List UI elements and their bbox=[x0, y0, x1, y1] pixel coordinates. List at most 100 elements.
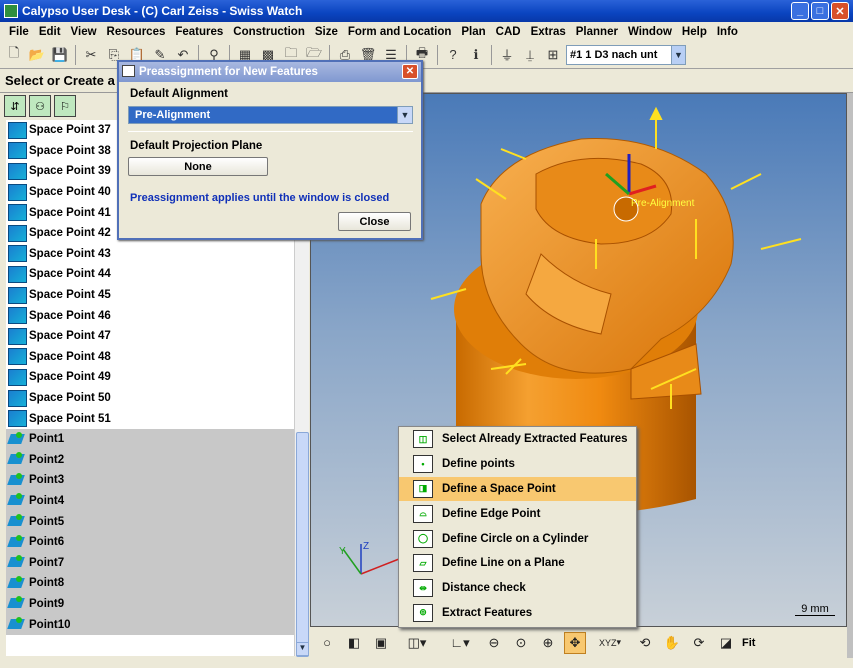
feature-list-item[interactable]: Point6 bbox=[6, 531, 294, 553]
space-point-icon bbox=[8, 224, 27, 242]
point-feature-icon bbox=[8, 513, 27, 530]
feature-list-item[interactable]: Point5 bbox=[6, 511, 294, 532]
feature-list-icon[interactable]: ⇵ bbox=[4, 95, 26, 117]
feature-list-item[interactable]: Space Point 45 bbox=[6, 284, 294, 306]
xyz-view-icon[interactable]: XYZ ▾ bbox=[591, 632, 629, 654]
feature-list-item[interactable]: Point10 bbox=[6, 614, 294, 635]
menu-file[interactable]: File bbox=[4, 26, 34, 38]
point-feature-icon bbox=[8, 595, 27, 612]
popup-menu-item[interactable]: ⌓ Define Edge Point bbox=[399, 501, 636, 526]
space-point-icon bbox=[8, 410, 27, 428]
cube-shade-icon[interactable]: ▣ bbox=[370, 632, 392, 654]
chevron-down-icon[interactable]: ▼ bbox=[397, 107, 412, 123]
menu-construction[interactable]: Construction bbox=[228, 26, 310, 38]
feature-list-item[interactable]: Space Point 44 bbox=[6, 264, 294, 285]
new-file-icon[interactable]: 🗋 bbox=[4, 45, 24, 65]
save-icon[interactable]: 💾 bbox=[50, 45, 70, 65]
probe-icon[interactable]: ⏚ bbox=[497, 45, 517, 65]
zoom-out-icon[interactable]: ⊖ bbox=[483, 632, 505, 654]
space-point-icon bbox=[8, 245, 27, 263]
feature-list-item[interactable]: Space Point 48 bbox=[6, 346, 294, 368]
maximize-button[interactable]: □ bbox=[811, 2, 829, 20]
feature-list-item[interactable]: Space Point 43 bbox=[6, 243, 294, 265]
matrix-icon[interactable]: ⊞ bbox=[543, 45, 563, 65]
rotate-axis-icon[interactable]: ⟳ bbox=[688, 632, 710, 654]
zoom-icon[interactable]: ⊙ bbox=[510, 632, 532, 654]
dialog-title: Preassignment for New Features bbox=[139, 66, 318, 78]
info-icon[interactable]: ℹ bbox=[466, 45, 486, 65]
close-window-button[interactable]: ✕ bbox=[831, 2, 849, 20]
line-plane-icon: ▱ bbox=[413, 554, 433, 573]
feature-tree-icon[interactable]: ⚇ bbox=[29, 95, 51, 117]
menu-cad[interactable]: CAD bbox=[491, 26, 526, 38]
feature-list-item[interactable]: Point2 bbox=[6, 449, 294, 471]
menu-form-location[interactable]: Form and Location bbox=[343, 26, 457, 38]
feature-list-item[interactable]: Point4 bbox=[6, 490, 294, 512]
feature-list-item[interactable]: Space Point 46 bbox=[6, 305, 294, 326]
rotate-icon[interactable]: ⟲ bbox=[634, 632, 656, 654]
feature-list-item[interactable]: Point7 bbox=[6, 552, 294, 574]
popup-menu-item[interactable]: ⊚ Extract Features bbox=[399, 601, 636, 626]
menu-plan[interactable]: Plan bbox=[456, 26, 490, 38]
select-create-text: Select or Create a bbox=[5, 73, 115, 88]
menu-info[interactable]: Info bbox=[712, 26, 743, 38]
menu-bar: File Edit View Resources Features Constr… bbox=[0, 22, 853, 41]
projection-plane-button[interactable]: None bbox=[128, 157, 268, 176]
dialog-close-icon[interactable]: ✕ bbox=[402, 64, 418, 79]
menu-planner[interactable]: Planner bbox=[571, 26, 623, 38]
color-select-icon[interactable]: ◧ bbox=[343, 632, 365, 654]
plan-selector[interactable]: #1 1 D3 nach unt ▼ bbox=[566, 44, 686, 65]
popup-menu-item[interactable]: ◫ Select Already Extracted Features bbox=[399, 427, 636, 452]
help-icon[interactable]: ? bbox=[443, 45, 463, 65]
popup-menu-item[interactable]: ◨ Define a Space Point bbox=[399, 476, 636, 502]
space-point-icon bbox=[8, 204, 27, 222]
space-point-icon bbox=[8, 307, 27, 325]
feature-list-item[interactable]: Space Point 49 bbox=[6, 367, 294, 388]
zoom-in-icon[interactable]: ⊕ bbox=[537, 632, 559, 654]
feature-list-item[interactable]: Point1 bbox=[6, 428, 294, 450]
feature-filter-icon[interactable]: ⚐ bbox=[54, 95, 76, 117]
feature-type-popup-menu: ◫ Select Already Extracted Features • Defin… bbox=[398, 426, 637, 628]
stylus-icon[interactable]: ⍊ bbox=[520, 45, 540, 65]
feature-list-item[interactable]: Point3 bbox=[6, 470, 294, 491]
cut-icon[interactable]: ✂ bbox=[81, 45, 101, 65]
popup-menu-item[interactable]: ⇹ Distance check bbox=[399, 576, 636, 601]
pan-icon[interactable]: ✥ bbox=[564, 631, 586, 654]
menu-edit[interactable]: Edit bbox=[34, 26, 66, 38]
minimize-button[interactable]: _ bbox=[791, 2, 809, 20]
dialog-close-button[interactable]: Close bbox=[338, 212, 411, 231]
menu-features[interactable]: Features bbox=[170, 26, 228, 38]
scroll-down-icon[interactable]: ▼ bbox=[296, 642, 309, 656]
popup-menu-item[interactable]: • Define points bbox=[399, 452, 636, 477]
feature-list-item[interactable]: Point8 bbox=[6, 573, 294, 594]
menu-extras[interactable]: Extras bbox=[526, 26, 571, 38]
circle-cylinder-icon: ◯ bbox=[413, 529, 433, 548]
menu-resources[interactable]: Resources bbox=[102, 26, 171, 38]
axis-view-icon[interactable]: ∟▾ bbox=[442, 632, 478, 654]
circle-icon[interactable]: ○ bbox=[316, 632, 338, 654]
svg-text:Y: Y bbox=[339, 546, 346, 557]
menu-help[interactable]: Help bbox=[677, 26, 712, 38]
popup-menu-item[interactable]: ▱ Define Line on a Plane bbox=[399, 551, 636, 576]
default-alignment-select[interactable]: Pre-Alignment ▼ bbox=[128, 106, 413, 124]
feature-name: Space Point 47 bbox=[29, 330, 111, 343]
feature-type-menu-button[interactable]: ◫▾ bbox=[397, 632, 437, 654]
hand-icon[interactable]: ✋ bbox=[661, 632, 683, 654]
fit-cube-icon[interactable]: ◪ bbox=[715, 632, 737, 654]
scroll-thumb[interactable] bbox=[296, 432, 309, 657]
popup-menu-label: Define Line on a Plane bbox=[442, 557, 565, 570]
fit-label[interactable]: Fit bbox=[742, 637, 755, 649]
space-point-icon bbox=[8, 142, 27, 160]
feature-list-item[interactable]: Point9 bbox=[6, 593, 294, 615]
feature-list-item[interactable]: Space Point 47 bbox=[6, 325, 294, 347]
feature-list-item[interactable]: Space Point 51 bbox=[6, 408, 294, 429]
open-folder-icon[interactable]: 📂 bbox=[27, 45, 47, 65]
menu-size[interactable]: Size bbox=[310, 26, 343, 38]
feature-list-item[interactable]: Space Point 50 bbox=[6, 387, 294, 409]
popup-menu-item[interactable]: ◯ Define Circle on a Cylinder bbox=[399, 526, 636, 551]
chevron-down-icon[interactable]: ▼ bbox=[671, 45, 685, 64]
preassignment-dialog: Preassignment for New Features ✕ Default… bbox=[117, 60, 423, 240]
menu-view[interactable]: View bbox=[66, 26, 102, 38]
point-feature-icon bbox=[8, 472, 27, 489]
menu-window[interactable]: Window bbox=[623, 26, 677, 38]
